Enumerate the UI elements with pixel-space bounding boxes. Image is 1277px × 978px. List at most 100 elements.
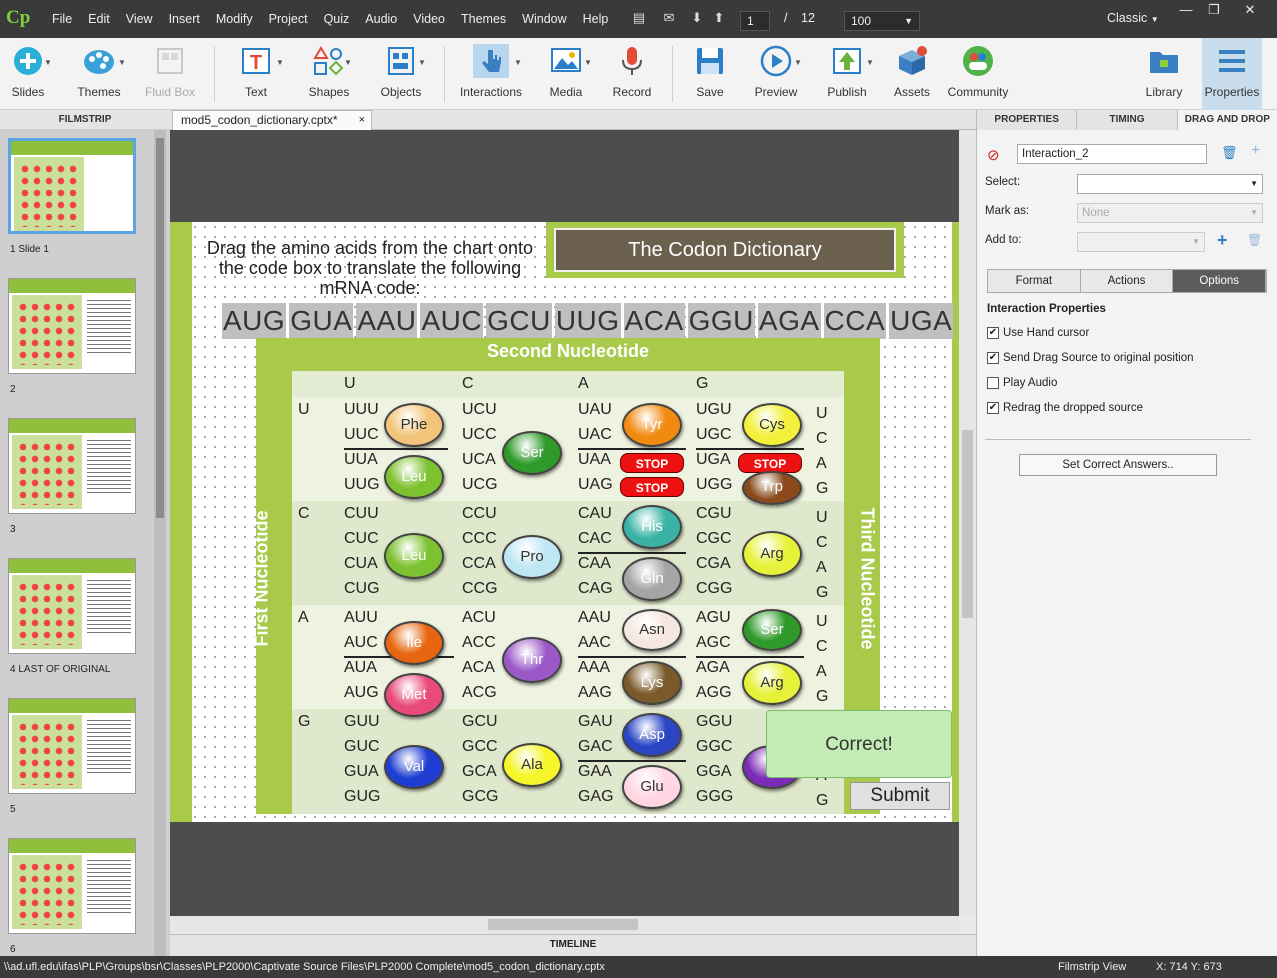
arrow-up-icon[interactable]: ⬆ [712, 11, 726, 25]
codon-drop-target[interactable]: AUG [222, 303, 287, 339]
menu-help[interactable]: Help [575, 12, 617, 26]
slide-thumbnail[interactable] [8, 558, 136, 654]
amino-acid-asp[interactable]: Asp [622, 713, 682, 757]
themes-button[interactable]: ▼ Themes [70, 38, 128, 110]
amino-acid-arg[interactable]: Arg [742, 531, 802, 577]
title-banner[interactable]: The Codon Dictionary [546, 222, 904, 278]
tab-properties[interactable]: PROPERTIES [977, 110, 1078, 130]
arrow-down-icon[interactable]: ⬇ [690, 11, 704, 25]
codon-drop-target[interactable]: AAU [356, 303, 418, 339]
amino-acid-leu[interactable]: Leu [384, 533, 444, 579]
current-page-field[interactable]: 1 [740, 11, 770, 31]
subtab-actions[interactable]: Actions [1080, 270, 1174, 292]
add-plus-icon[interactable]: + [1217, 230, 1228, 251]
select-dropdown[interactable]: ▼ [1077, 174, 1263, 194]
amino-acid-val[interactable]: Val [384, 745, 444, 789]
text-button[interactable]: T ▼ Text [228, 38, 284, 110]
codon-drop-target[interactable]: AUC [420, 303, 484, 339]
amino-acid-leu[interactable]: Leu [384, 455, 444, 499]
shapes-button[interactable]: ▼ Shapes [300, 38, 358, 110]
zoom-select[interactable]: 100 ▼ [844, 11, 920, 31]
slides-button[interactable]: ▼ Slides [0, 38, 56, 110]
codon-drop-target[interactable]: GGU [687, 303, 755, 339]
workspace-switcher[interactable]: Classic ▼ [1107, 11, 1159, 25]
codon-drop-target[interactable]: ACA [623, 303, 685, 339]
amino-acid-asn[interactable]: Asn [622, 609, 682, 651]
amino-acid-stop[interactable]: STOP [620, 477, 684, 497]
checkbox-checked[interactable]: ✔ [987, 402, 999, 414]
menu-file[interactable]: File [44, 12, 80, 26]
stage-vertical-scrollbar[interactable] [959, 130, 976, 916]
assets-button[interactable]: Assets [886, 38, 938, 110]
interactions-button[interactable]: ▼ Interactions [456, 38, 526, 110]
subtab-options[interactable]: Options [1173, 270, 1267, 292]
amino-acid-ile[interactable]: Ile [384, 621, 444, 665]
amino-acid-tyr[interactable]: Tyr [622, 403, 682, 447]
set-correct-answers-button[interactable]: Set Correct Answers.. [1019, 454, 1217, 476]
menu-video[interactable]: Video [405, 12, 453, 26]
codon-drop-target[interactable]: GUA [289, 303, 354, 339]
amino-acid-phe[interactable]: Phe [384, 403, 444, 447]
close-tab-icon[interactable]: × [359, 111, 365, 129]
amino-acid-ser[interactable]: Ser [742, 609, 802, 651]
amino-acid-lys[interactable]: Lys [622, 661, 682, 705]
amino-acid-met[interactable]: Met [384, 673, 444, 717]
scrollbar-thumb[interactable] [488, 919, 638, 930]
comment-icon[interactable]: ▤ [632, 11, 646, 25]
visibility-icon[interactable]: ⊘ [987, 146, 1000, 164]
stage-horizontal-scrollbar[interactable] [170, 916, 959, 933]
checkbox-checked[interactable]: ✔ [987, 327, 999, 339]
amino-acid-stop[interactable]: STOP [738, 453, 802, 473]
amino-acid-his[interactable]: His [622, 505, 682, 549]
publish-button[interactable]: ▼ Publish [818, 38, 876, 110]
menu-view[interactable]: View [118, 12, 161, 26]
slide-thumbnail[interactable] [8, 698, 136, 794]
timeline-panel-header[interactable]: TIMELINE [170, 934, 976, 956]
codon-drop-target[interactable]: UUG [554, 303, 621, 339]
trash-icon[interactable]: 🗑 [1221, 145, 1238, 161]
amino-acid-thr[interactable]: Thr [502, 637, 562, 683]
redrag-source-checkbox[interactable]: ✔ Redrag the dropped source [987, 402, 1143, 414]
checkbox-checked[interactable]: ✔ [987, 352, 999, 364]
amino-acid-trp[interactable]: Trp [742, 471, 802, 505]
maximize-button[interactable]: ❐ [1198, 0, 1230, 20]
save-button[interactable]: Save [684, 38, 736, 110]
tab-drag-and-drop[interactable]: DRAG AND DROP [1177, 110, 1277, 130]
scrollbar-thumb[interactable] [962, 430, 973, 618]
document-tab[interactable]: mod5_codon_dictionary.cptx* × [172, 110, 372, 130]
use-hand-cursor-checkbox[interactable]: ✔ Use Hand cursor [987, 327, 1089, 339]
preview-button[interactable]: ▼ Preview [748, 38, 804, 110]
checkbox-unchecked[interactable] [987, 377, 999, 389]
record-button[interactable]: Record [606, 38, 658, 110]
slide-thumbnail[interactable] [8, 838, 136, 934]
add-to-dropdown[interactable]: ▼ [1077, 232, 1205, 252]
close-button[interactable]: ✕ [1234, 0, 1266, 20]
slide-thumbnail[interactable] [8, 278, 136, 374]
instruction-text[interactable]: Drag the amino acids from the chart onto… [200, 238, 540, 298]
community-button[interactable]: Community [946, 38, 1010, 110]
slide-thumbnail[interactable] [8, 138, 136, 234]
fluid-box-button[interactable]: Fluid Box [140, 38, 200, 110]
mark-as-dropdown[interactable]: None ▼ [1077, 203, 1263, 223]
amino-acid-arg[interactable]: Arg [742, 661, 802, 705]
objects-button[interactable]: ▼ Objects [372, 38, 430, 110]
amino-acid-stop[interactable]: STOP [620, 453, 684, 473]
play-audio-checkbox[interactable]: Play Audio [987, 377, 1057, 389]
submit-button[interactable]: Submit [850, 782, 950, 810]
codon-drop-target[interactable]: UGA [889, 303, 954, 339]
correct-caption[interactable]: Correct! [766, 710, 952, 778]
amino-acid-gln[interactable]: Gln [622, 557, 682, 601]
menu-edit[interactable]: Edit [80, 12, 118, 26]
menu-audio[interactable]: Audio [357, 12, 405, 26]
mail-icon[interactable]: ✉ [662, 11, 676, 25]
codon-drop-target[interactable]: AGA [757, 303, 821, 339]
menu-window[interactable]: Window [514, 12, 574, 26]
plus-icon[interactable]: + [1251, 142, 1260, 160]
menu-modify[interactable]: Modify [208, 12, 261, 26]
amino-acid-cys[interactable]: Cys [742, 403, 802, 447]
amino-acid-glu[interactable]: Glu [622, 765, 682, 809]
menu-insert[interactable]: Insert [161, 12, 208, 26]
amino-acid-ala[interactable]: Ala [502, 743, 562, 787]
properties-button[interactable]: Properties [1202, 38, 1262, 110]
scrollbar-thumb[interactable] [156, 138, 164, 518]
